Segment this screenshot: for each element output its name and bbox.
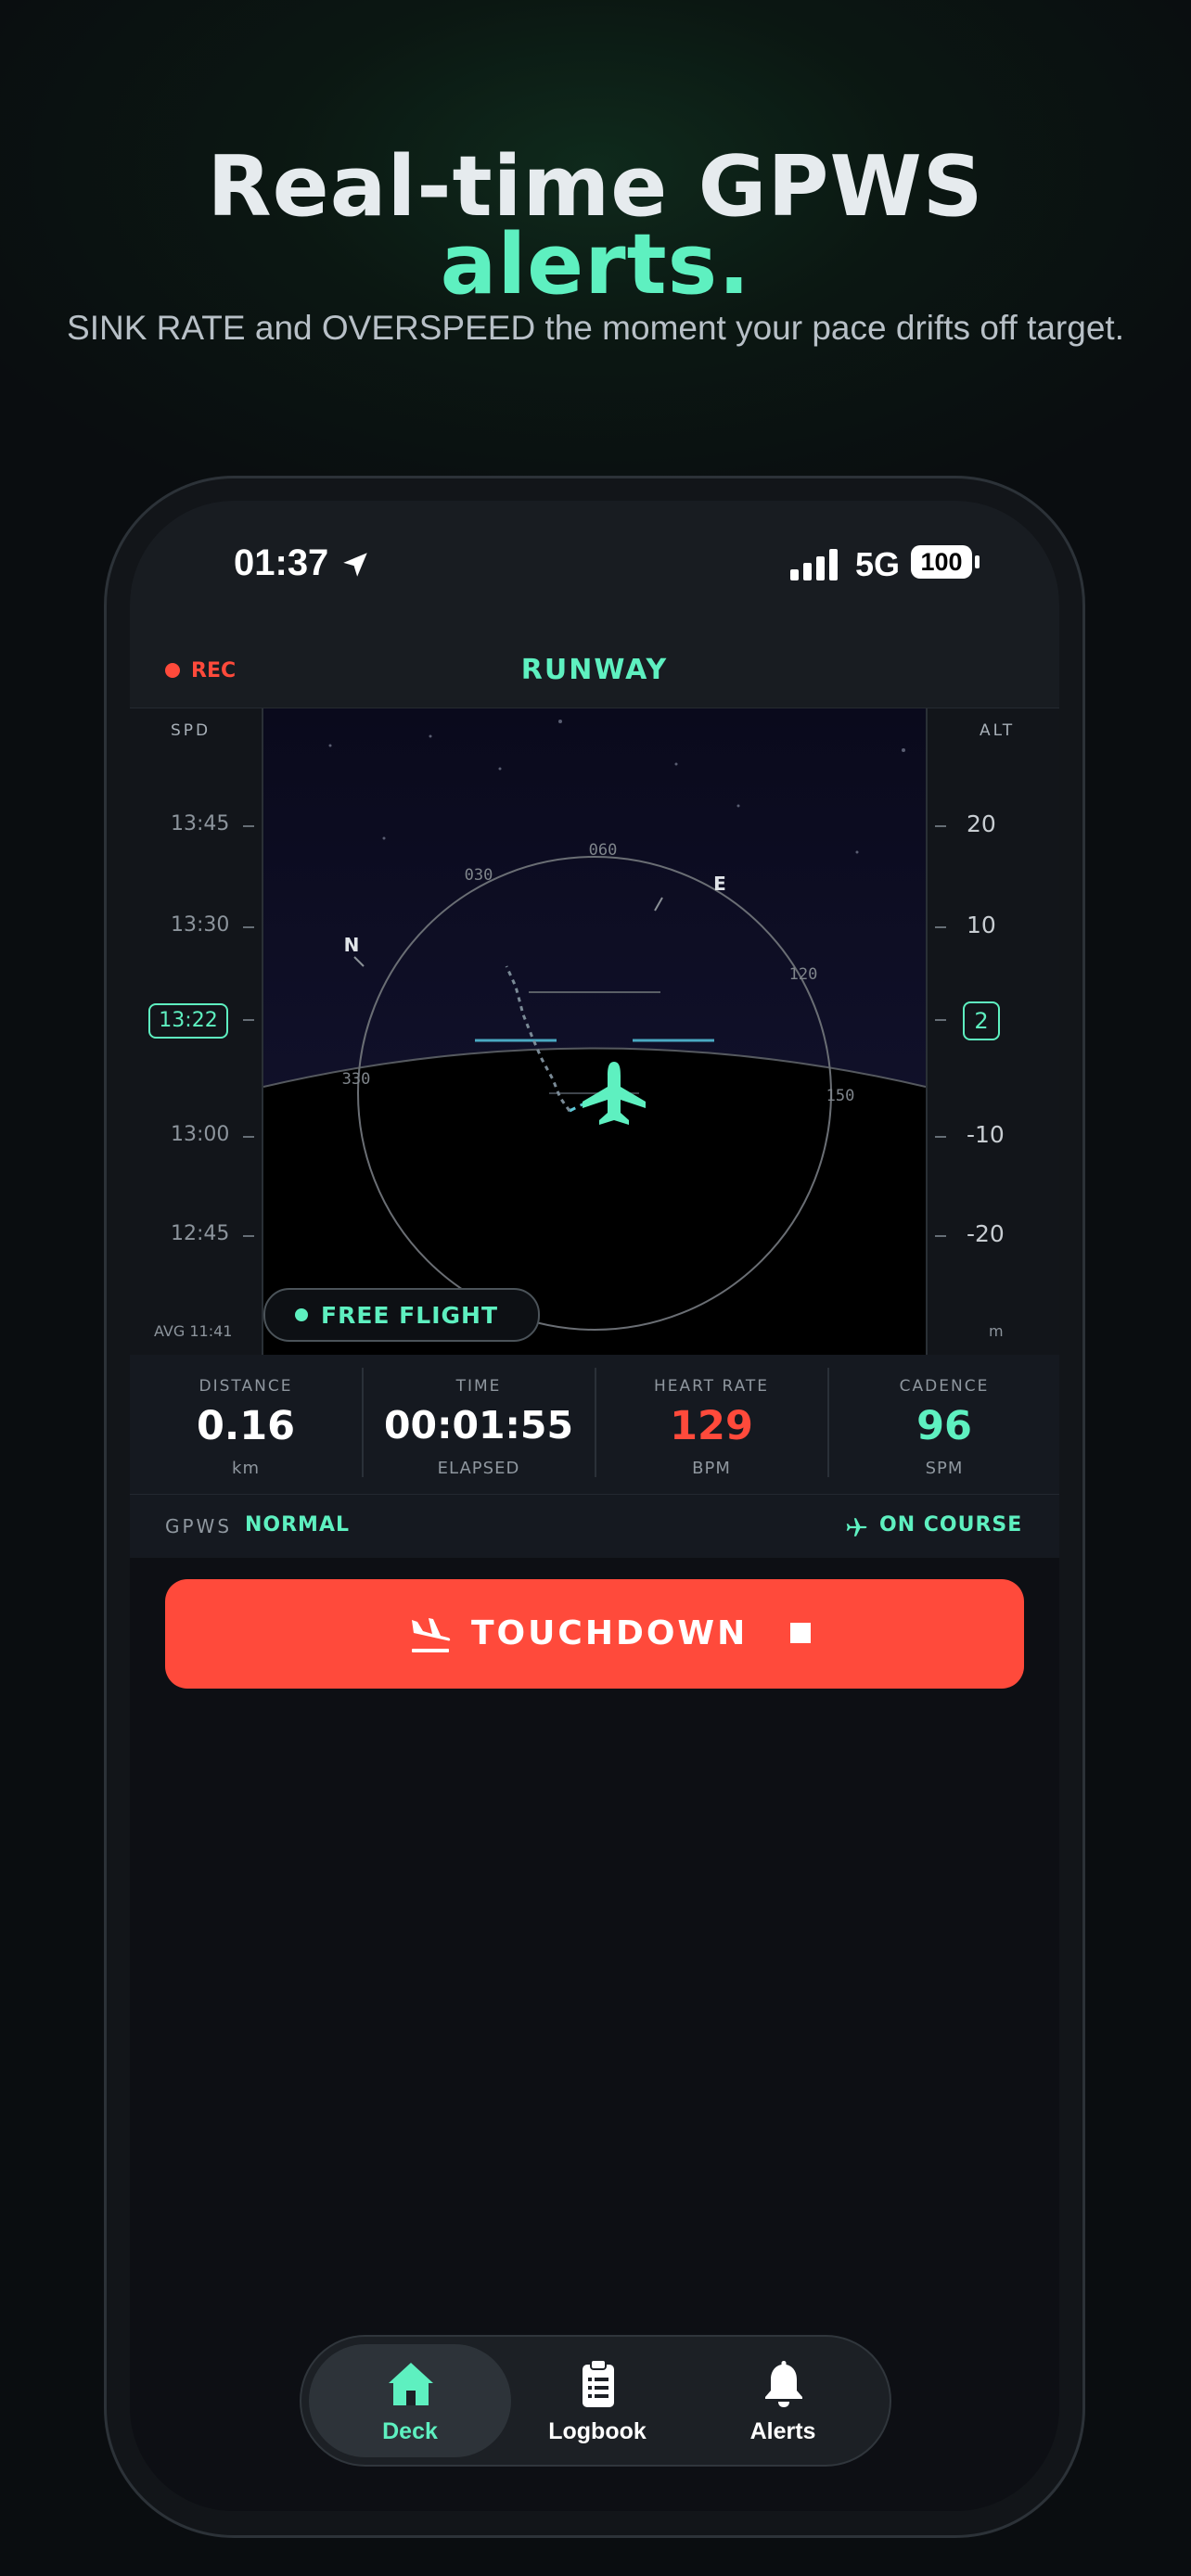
flight-hud: SPD 13:45 13:30 13:22 13:00 12:45 AVG 11… (130, 708, 1059, 1355)
tab-label: Logbook (548, 2418, 647, 2444)
stat-unit: BPM (692, 1459, 731, 1478)
stat-unit: km (232, 1459, 260, 1478)
stat-value: 96 (916, 1403, 972, 1449)
gpws-status-bar: GPWS NORMAL ON COURSE (130, 1495, 1059, 1558)
stat-distance: DISTANCE 0.16 km (130, 1355, 362, 1494)
speed-current-value: 13:22 (148, 1003, 228, 1039)
mode-dot-icon (295, 1308, 308, 1321)
altitude-current-value: 2 (963, 1001, 1000, 1040)
stat-unit: ELAPSED (437, 1459, 520, 1478)
sky-area (263, 708, 926, 1087)
stats-panel: DISTANCE 0.16 km TIME 00:01:55 ELAPSED H… (130, 1355, 1059, 1495)
gpws-status: NORMAL (245, 1513, 350, 1537)
compass-label: 030 (465, 866, 493, 885)
speed-tick-mark (243, 825, 254, 827)
battery-nub (975, 555, 980, 568)
stat-header: TIME (455, 1377, 502, 1396)
location-arrow-icon (343, 553, 367, 577)
stop-icon (790, 1623, 811, 1643)
speed-tick-mark (243, 1136, 254, 1138)
app-title: RUNWAY (520, 654, 669, 686)
compass-label: 330 (342, 1070, 371, 1089)
tab-logbook[interactable]: Logbook (496, 2344, 698, 2457)
speed-tick-mark (243, 1019, 254, 1021)
clipboard-icon (583, 2359, 614, 2407)
phone-screen: 01:37 5G 100 REC RUNWAY SPD 13:45 13:30 … (130, 501, 1059, 2511)
stat-value: 0.16 (196, 1403, 296, 1449)
gpws-label: GPWS (165, 1515, 233, 1537)
alt-tick: -10 (967, 1121, 1005, 1148)
alt-tick: 20 (967, 810, 996, 837)
compass-label: 150 (826, 1087, 855, 1105)
tab-deck[interactable]: Deck (309, 2344, 511, 2457)
battery-indicator: 100 (911, 545, 972, 579)
compass-label: E (713, 873, 726, 895)
speed-average: AVG 11:41 (154, 1322, 233, 1340)
alt-tick-mark (935, 926, 946, 928)
speed-tick-mark (243, 926, 254, 928)
speed-tick: 12:45 (171, 1222, 230, 1245)
hero-title-line1: Real-time GPWS (207, 138, 984, 236)
altitude-tape-header: ALT (980, 721, 1016, 740)
alt-tick-mark (935, 1235, 946, 1237)
tab-bar: Deck Logbook Alerts (300, 2335, 891, 2467)
hero-title-line2: alerts. (440, 216, 751, 313)
stat-time: TIME 00:01:55 ELAPSED (363, 1355, 595, 1494)
stat-value: 00:01:55 (384, 1403, 573, 1447)
mode-label: FREE FLIGHT (321, 1302, 498, 1329)
stat-cadence: CADENCE 96 SPM (828, 1355, 1059, 1494)
speed-tick-mark (243, 1235, 254, 1237)
stat-unit: SPM (925, 1459, 964, 1478)
alt-tick-mark (935, 1019, 946, 1021)
app-bar: REC RUNWAY (130, 635, 1059, 708)
tab-label: Alerts (749, 2418, 816, 2444)
mode-pill[interactable]: FREE FLIGHT (263, 1288, 540, 1342)
stat-header: DISTANCE (198, 1377, 293, 1396)
status-bar: 01:37 5G 100 (130, 501, 1059, 635)
speed-tape: SPD 13:45 13:30 13:22 13:00 12:45 AVG 11… (130, 708, 263, 1355)
touchdown-button[interactable]: TOUCHDOWN (165, 1579, 1024, 1689)
status-time: 01:37 (234, 542, 329, 583)
hero-subtitle: SINK RATE and OVERSPEED the moment your … (67, 309, 1124, 347)
alt-tick: 10 (967, 912, 996, 938)
alt-tick-mark (935, 1136, 946, 1138)
bell-icon (765, 2361, 802, 2407)
stat-header: HEART RATE (653, 1377, 770, 1396)
tab-alerts[interactable]: Alerts (682, 2344, 884, 2457)
alt-tick-mark (935, 825, 946, 827)
speed-tick: 13:45 (171, 812, 230, 835)
altitude-unit: m (989, 1322, 1004, 1340)
speed-tick: 13:00 (171, 1123, 230, 1146)
compass-label: 060 (589, 841, 618, 860)
hero-title: Real-time GPWS alerts. (0, 138, 1191, 313)
touchdown-label: TOUCHDOWN (471, 1614, 749, 1652)
stat-header: CADENCE (899, 1377, 990, 1396)
tab-label: Deck (382, 2418, 438, 2444)
plane-landing-icon (412, 1618, 451, 1652)
home-icon (389, 2363, 433, 2405)
altitude-tape: ALT 20 10 2 -10 -20 m (926, 708, 1059, 1355)
attitude-compass-display: 030 060 120 150 330 E N (263, 708, 926, 1331)
speed-tick: 13:30 (171, 913, 230, 937)
compass-label: N (344, 934, 360, 956)
compass-label: 120 (789, 965, 818, 984)
network-label: 5G (855, 545, 901, 583)
stat-heart-rate: HEART RATE 129 BPM (596, 1355, 827, 1494)
signal-bars-icon (790, 549, 838, 580)
airplane-icon (846, 1518, 867, 1537)
speed-tape-header: SPD (171, 721, 211, 740)
alt-tick: -20 (967, 1220, 1005, 1247)
stat-value: 129 (670, 1403, 753, 1449)
course-status: ON COURSE (879, 1513, 1023, 1537)
